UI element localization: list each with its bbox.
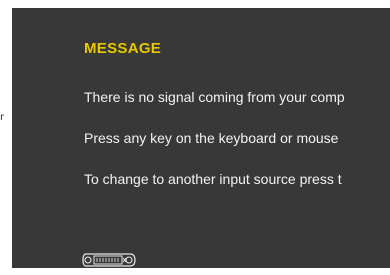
press-any-key-message: Press any key on the keyboard or mouse xyxy=(84,130,339,146)
no-signal-message: There is no signal coming from your comp xyxy=(84,89,345,105)
dvi-connector-icon xyxy=(82,253,136,267)
left-edge-text-fragment: r xyxy=(0,112,5,123)
message-title: MESSAGE xyxy=(84,40,162,57)
osd-message-panel: MESSAGE There is no signal coming from y… xyxy=(12,8,390,268)
change-input-source-message: To change to another input source press … xyxy=(84,171,342,187)
